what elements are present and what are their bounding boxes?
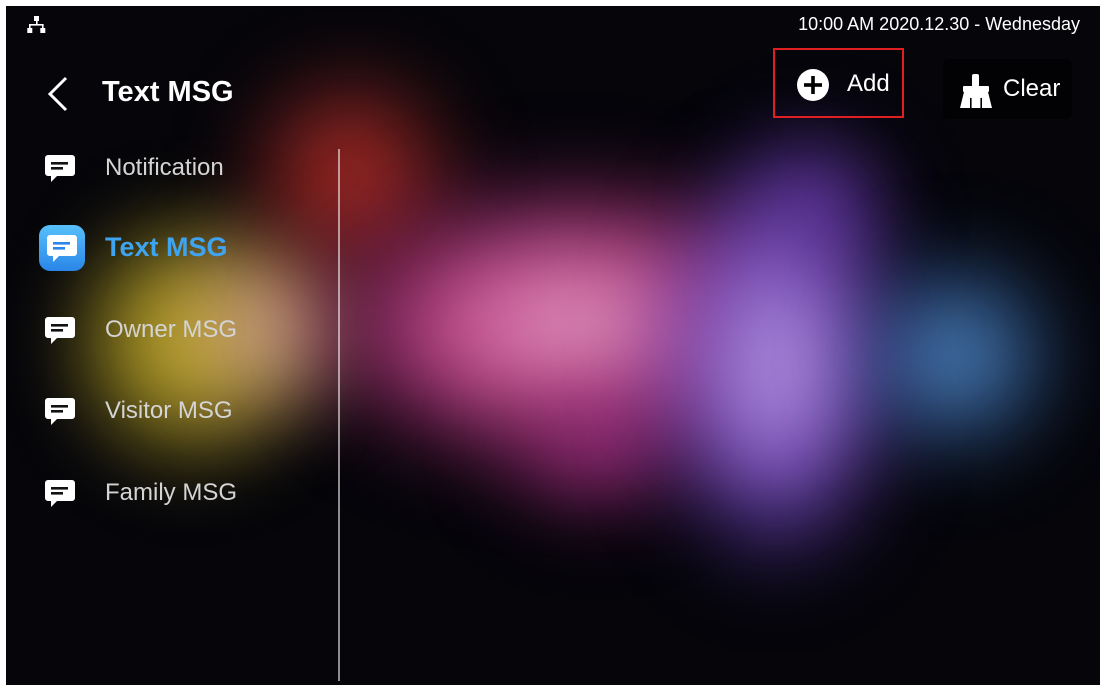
sidebar-item-visitor-msg[interactable]: Visitor MSG [36,387,336,437]
sidebar-item-owner-msg[interactable]: Owner MSG [36,306,336,356]
sidebar-item-family-msg[interactable]: Family MSG [36,469,336,519]
clear-button-label: Clear [1003,75,1061,102]
add-button-label: Add [847,70,890,97]
sidebar-item-label: Text MSG [105,232,228,262]
network-topology-icon [27,16,46,33]
sidebar-divider [338,149,340,681]
message-icon [45,398,75,425]
sidebar-item-label: Owner MSG [105,316,238,343]
clear-button[interactable]: Clear [943,59,1072,119]
wallpaper-blob [846,246,1066,466]
status-datetime: 10:00 AM 2020.12.30 - Wednesday [798,14,1080,34]
broom-icon [960,74,992,108]
sidebar-item-label: Notification [105,154,224,181]
plus-circle-icon [797,69,829,101]
sidebar-item-notification[interactable]: Notification [36,144,336,194]
message-icon [45,317,75,344]
chevron-left-icon [47,76,68,112]
sidebar-item-text-msg[interactable]: Text MSG [36,224,336,274]
sidebar-item-label: Family MSG [105,479,237,506]
page-title: Text MSG [102,76,234,108]
message-icon [39,225,85,271]
message-icon [45,155,75,182]
device-screen: 10:00 AM 2020.12.30 - Wednesday Text MSG… [6,6,1100,685]
back-button[interactable] [44,74,74,114]
message-icon [45,480,75,507]
sidebar-item-label: Visitor MSG [105,397,233,424]
add-button[interactable]: Add [773,48,904,118]
